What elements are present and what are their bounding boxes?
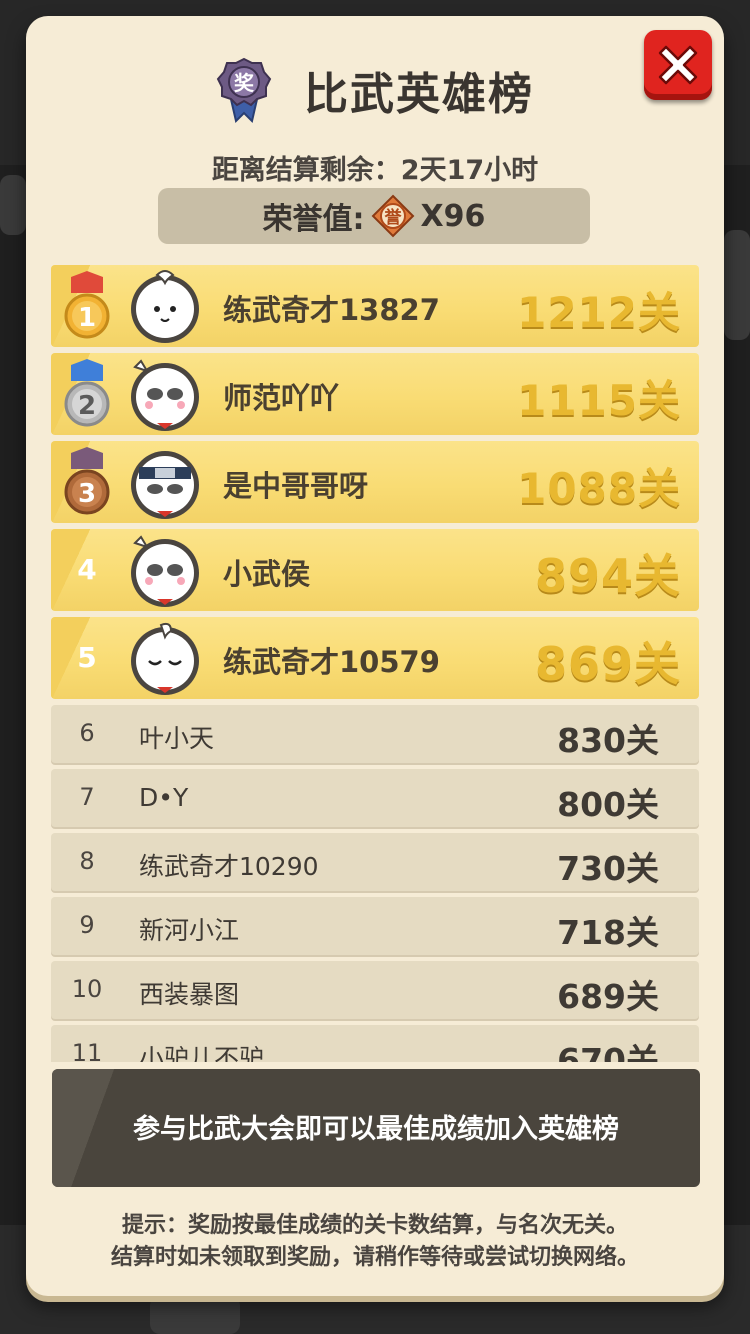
player-name: 练武奇才13827 [223, 293, 440, 327]
player-score: 689关 [557, 977, 659, 1016]
top-rank-row: 5 练武奇才10579 869关 [51, 617, 699, 699]
award-medal-icon: 奖 [216, 57, 272, 123]
player-score: 800关 [557, 785, 659, 824]
player-score: 718关 [557, 913, 659, 952]
page-title: 比武英雄榜 [304, 69, 534, 120]
rank-number: 7 [79, 783, 95, 811]
honor-value: X96 [420, 198, 486, 234]
join-notice-bar: 参与比武大会即可以最佳成绩加入英雄榜 [52, 1069, 700, 1187]
sunglasses-dumpling-avatar [131, 359, 199, 431]
player-name: 练武奇才10290 [139, 852, 319, 881]
rank-number: 9 [79, 911, 95, 939]
player-score: 730关 [557, 849, 659, 888]
rank-number: 4 [77, 553, 97, 586]
top-rank-row: 3 是中哥哥呀 1088关 [51, 441, 699, 523]
player-name: 小武侯 [223, 557, 311, 591]
player-name: 是中哥哥呀 [223, 469, 369, 503]
tip-line: 结算时如未领取到奖励，请稍作等待或尝试切换网络。 [110, 1245, 639, 1270]
player-name: 小驴儿不驴 [139, 1044, 265, 1062]
svg-text:3: 3 [78, 479, 96, 509]
settlement-countdown: 距离结算剩余：2天17小时 [211, 155, 539, 186]
top-rank-row: 1 练武奇才13827 1212关 [51, 265, 699, 347]
rank-number: 11 [71, 1039, 103, 1062]
player-score: 1115关 [517, 376, 681, 425]
silver-medal-icon: 2 [64, 359, 110, 427]
player-score: 1212关 [517, 288, 681, 337]
player-name: D•Y [139, 783, 189, 812]
rank-number: 8 [79, 847, 95, 875]
rank-row: 8 练武奇才10290 730关 [51, 833, 699, 891]
honor-value-bar: 荣誉值: 誉 X96 [158, 188, 590, 244]
player-name: 师范吖吖 [223, 381, 340, 415]
honor-token-icon: 誉 [371, 194, 414, 238]
close-button[interactable] [644, 30, 712, 100]
honor-label: 荣誉值: [262, 202, 365, 237]
svg-text:1: 1 [78, 303, 96, 333]
player-name: 练武奇才10579 [223, 645, 440, 679]
rank-row: 9 新河小江 718关 [51, 897, 699, 955]
player-score: 670关 [557, 1041, 659, 1062]
join-notice-text: 参与比武大会即可以最佳成绩加入英雄榜 [133, 1114, 619, 1145]
reward-tips: 提示：奖励按最佳成绩的关卡数结算，与名次无关。 结算时如未领取到奖励，请稍作等待… [0, 1210, 750, 1274]
white-dumpling-avatar [131, 270, 199, 343]
backdrop-element [150, 1296, 240, 1334]
rank-number: 5 [77, 641, 97, 674]
title-area: 奖 比武英雄榜 [214, 55, 534, 125]
backdrop-element [724, 230, 750, 340]
player-name: 新河小江 [139, 916, 240, 945]
rank-row: 11 小驴儿不驴 670关 [51, 1025, 699, 1062]
ranking-list[interactable]: 1 练武奇才13827 1212关 2 师范吖吖 1115关 3 是中哥哥呀 1… [51, 265, 699, 1062]
close-icon [658, 45, 698, 85]
tip-line: 提示：奖励按最佳成绩的关卡数结算，与名次无关。 [121, 1213, 628, 1238]
svg-text:誉: 誉 [384, 207, 402, 228]
rank-number: 10 [71, 975, 103, 1003]
player-score: 830关 [557, 721, 659, 760]
rank-row: 6 叶小天 830关 [51, 705, 699, 763]
rank-row: 7 D•Y 800关 [51, 769, 699, 827]
bronze-medal-icon: 3 [64, 447, 110, 515]
ninja-headband-avatar [131, 451, 199, 519]
rank-number: 6 [79, 719, 95, 747]
svg-text:奖: 奖 [234, 71, 255, 95]
player-score: 894关 [534, 549, 681, 603]
rank-row: 10 西装暴图 689关 [51, 961, 699, 1019]
gold-medal-icon: 1 [64, 271, 110, 339]
svg-text:2: 2 [78, 391, 96, 421]
player-score: 869关 [534, 637, 681, 691]
player-score: 1088关 [517, 464, 681, 513]
top-rank-row: 2 师范吖吖 1115关 [51, 353, 699, 435]
player-name: 叶小天 [139, 724, 215, 753]
sunglasses-dumpling-avatar [131, 535, 199, 607]
player-name: 西装暴图 [139, 980, 240, 1009]
top-rank-row: 4 小武侯 894关 [51, 529, 699, 611]
sleepy-dumpling-avatar [131, 622, 199, 695]
